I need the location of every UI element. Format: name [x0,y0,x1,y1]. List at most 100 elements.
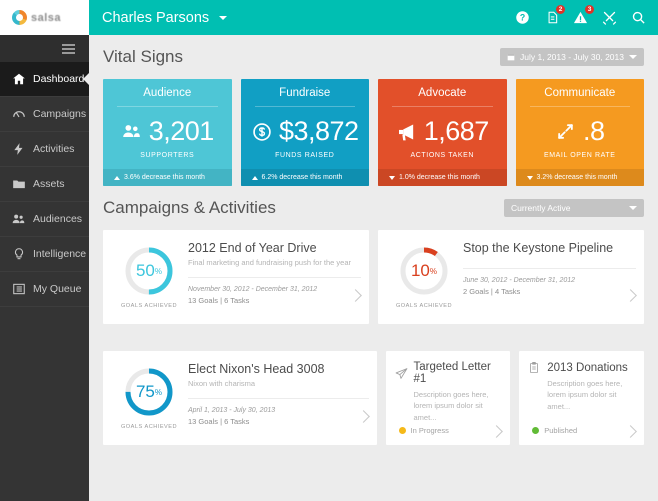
date-range-picker[interactable]: July 1, 2013 - July 30, 2013 [500,48,644,66]
campaign-description: Final marketing and fundraising push for… [188,258,352,267]
page-title: Vital Signs [103,47,184,66]
vital-card-footer: 3.2% decrease this month [515,169,644,186]
top-bar-actions: ? 2 3 [515,5,646,25]
date-range-value: July 1, 2013 - July 30, 2013 [520,52,624,62]
vital-card-trend-text: 1.0% decrease this month [399,174,480,181]
donut-chart: 75% [123,366,175,418]
donut-chart: 50% [123,245,175,297]
vital-card-value: $3,872 [278,116,359,146]
alert-icon[interactable]: 3 [573,5,594,25]
goals-caption: GOALS ACHIEVED [120,303,178,309]
donut-percent: 10% [410,261,438,280]
trend-down-icon [389,175,395,180]
campaign-dates: November 30, 2012 - December 31, 2012 [188,286,318,293]
alert-badge: 3 [585,5,594,14]
vital-card-body: 3,201 SUPPORTERS [103,107,232,169]
home-icon [11,72,26,87]
sidebar-item-assets[interactable]: Assets [0,167,89,202]
sidebar-header [0,35,89,62]
vital-card-communicate[interactable]: Communicate .8 EMAIL OPEN RATE 3.2% decr… [515,79,644,186]
campaign-card[interactable]: 10% GOALS ACHIEVED Stop the Keystone Pip… [378,230,644,324]
brand-name: salsa [31,11,62,24]
status-label: Published [544,426,578,435]
campaign-filter-dropdown[interactable]: Currently Active [504,199,644,217]
vital-signs-header: Vital Signs July 1, 2013 - July 30, 2013 [103,35,644,79]
sidebar-item-label: Activities [33,143,75,155]
sidebar: salsa Dashboard Campaigns Activities Ass… [0,0,89,501]
activity-card[interactable]: 2013 Donations Description goes here, lo… [519,351,644,445]
campaign-details: Elect Nixon's Head 3008 Nixon with chari… [188,360,369,436]
expand-arrows-icon [555,121,577,143]
goal-progress: 75% GOALS ACHIEVED [110,360,188,436]
calendar-icon [507,54,515,61]
sidebar-item-my-queue[interactable]: My Queue [0,272,89,307]
goals-caption: GOALS ACHIEVED [120,424,178,430]
vital-card-fundraise[interactable]: Fundraise $3,872 FUNDS RAISED 6.2% decre… [240,79,370,186]
donut-percent: 75% [135,382,163,401]
campaign-meta: 2 Goals | 4 Tasks [463,287,521,296]
clipboard-icon [528,361,541,374]
donut-chart: 10% [398,245,450,297]
campaign-row: 75% GOALS ACHIEVED Elect Nixon's Head 30… [103,351,644,445]
vital-signs-cards: Audience 3,201 SUPPORTERS 3.6% decrease … [103,79,644,186]
activity-description: Description goes here, lorem ipsum dolor… [413,390,489,422]
salsa-circle-logo-icon [12,10,27,25]
vital-card-title: Communicate [544,87,616,99]
donut-percent: 50% [135,261,163,280]
svg-text:?: ? [520,13,525,23]
sidebar-item-activities[interactable]: Activities [0,132,89,167]
vital-card-footer: 1.0% decrease this month [378,169,507,186]
campaign-meta: 13 Goals | 6 Tasks [188,417,250,426]
sidebar-item-label: Dashboard [33,73,85,85]
user-name: Charles Parsons [102,9,210,26]
people-icon [11,212,26,227]
vital-card-body: 1,687 ACTIONS TAKEN [378,107,507,169]
document-icon[interactable]: 2 [544,5,565,25]
vital-card-title: Audience [143,87,192,99]
activity-header: 2013 Donations [528,361,635,374]
divider [188,398,369,399]
campaign-card[interactable]: 75% GOALS ACHIEVED Elect Nixon's Head 30… [103,351,377,445]
brand-logo[interactable]: salsa [0,0,89,35]
top-bar: Charles Parsons ? 2 3 [89,0,658,35]
megaphone-icon [396,121,418,143]
sidebar-item-label: Campaigns [33,108,87,120]
status-dot [532,427,540,434]
campaign-dates: June 30, 2012 - December 31, 2012 [463,277,576,284]
goal-progress: 10% GOALS ACHIEVED [385,239,463,315]
goal-progress: 50% GOALS ACHIEVED [110,239,188,315]
hamburger-menu-icon[interactable] [62,43,75,54]
campaign-filter-value: Currently Active [511,203,571,213]
vital-card-body: $3,872 FUNDS RAISED [241,107,370,169]
vital-card-footer: 3.6% decrease this month [103,169,232,186]
campaign-meta: 13 Goals | 6 Tasks [188,296,250,305]
sidebar-item-label: Audiences [33,213,83,225]
vital-card-value: 1,687 [423,116,490,146]
campaign-card[interactable]: 50% GOALS ACHIEVED 2012 End of Year Driv… [103,230,369,324]
activity-title: 2013 Donations [547,361,628,374]
vital-card-advocate[interactable]: Advocate 1,687 ACTIONS TAKEN 1.0% decrea… [378,79,507,186]
user-menu[interactable]: Charles Parsons [102,9,227,27]
trend-down-icon [526,175,533,180]
dollar-circle-icon [251,121,273,143]
campaign-dates: April 1, 2013 - July 30, 2013 [188,407,276,414]
sidebar-item-intelligence[interactable]: Intelligence [0,237,89,272]
sidebar-item-dashboard[interactable]: Dashboard [0,62,89,97]
status-dot [398,427,406,434]
chevron-down-icon [218,15,227,20]
tools-icon[interactable] [602,10,617,25]
activity-column: Targeted Letter #1 Description goes here… [385,351,644,445]
search-icon[interactable] [631,10,646,25]
activity-title: Targeted Letter #1 [413,361,491,385]
lightning-icon [11,142,26,157]
folder-icon [11,177,26,192]
vital-card-audience[interactable]: Audience 3,201 SUPPORTERS 3.6% decrease … [103,79,232,186]
caret-down-icon [629,206,637,210]
help-icon[interactable]: ? [515,10,530,25]
campaign-title: Stop the Keystone Pipeline [463,241,614,255]
sidebar-item-campaigns[interactable]: Campaigns [0,97,89,132]
sidebar-item-audiences[interactable]: Audiences [0,202,89,237]
activity-card[interactable]: Targeted Letter #1 Description goes here… [385,351,511,445]
goals-caption: GOALS ACHIEVED [395,303,453,309]
document-badge: 2 [556,5,565,14]
